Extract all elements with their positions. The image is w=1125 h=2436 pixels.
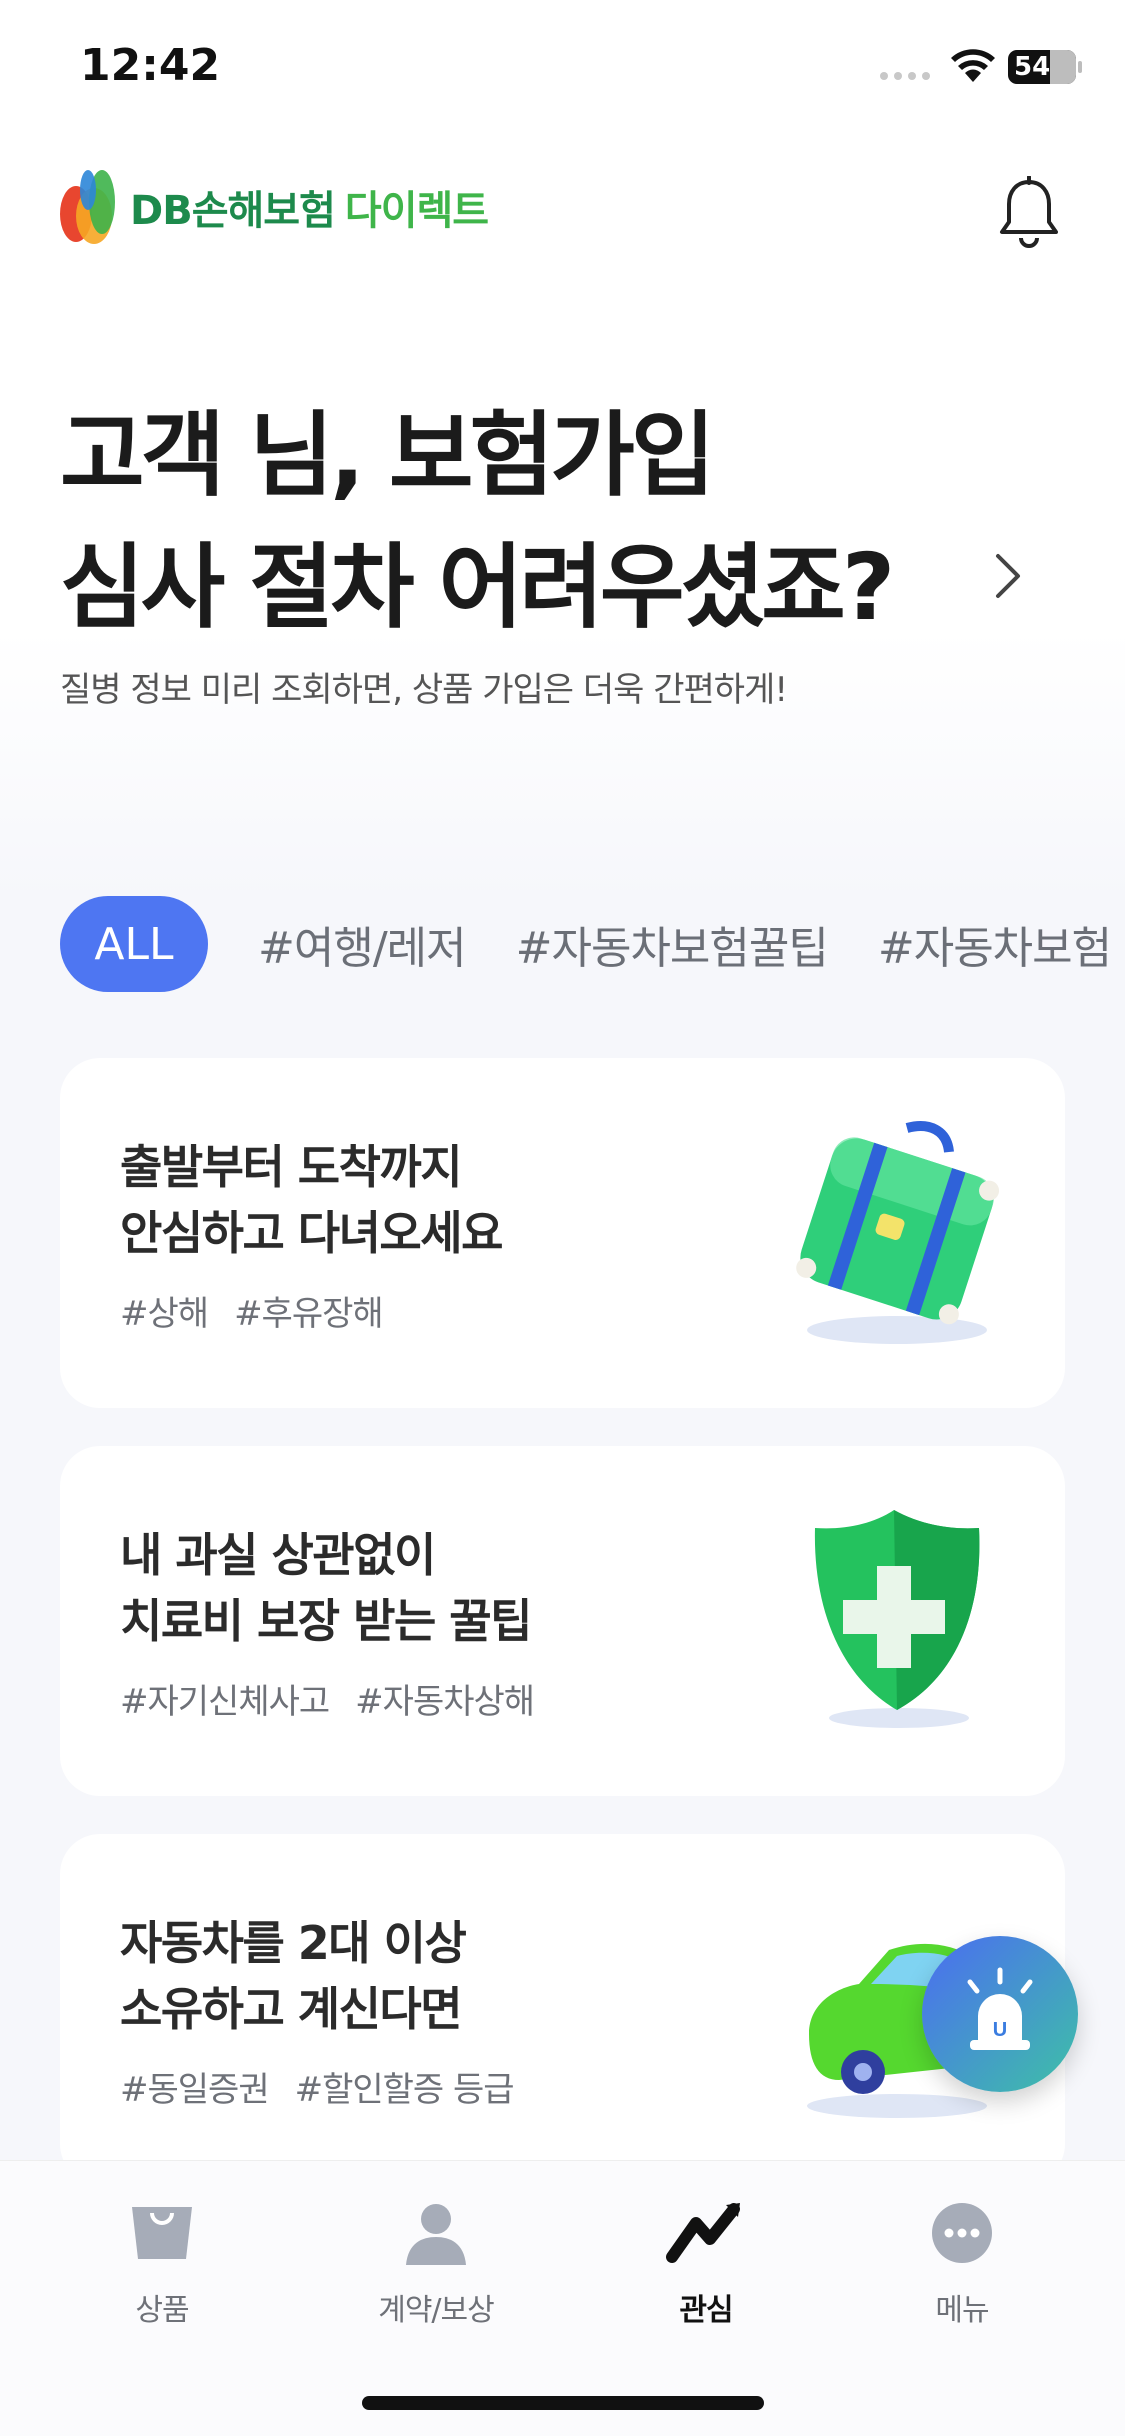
content-card-treatment[interactable]: 내 과실 상관없이 치료비 보장 받는 꿀팁 #자기신체사고 #자동차상해: [60, 1446, 1065, 1796]
card-title-line1: 내 과실 상관없이: [120, 1528, 436, 1582]
chevron-right-icon[interactable]: [990, 548, 1026, 604]
content-card-travel[interactable]: 출발부터 도착까지 안심하고 다녀오세요 #상해 #후유장해: [60, 1058, 1065, 1408]
bell-icon[interactable]: [994, 176, 1064, 248]
card-title-line2: 안심하고 다녀오세요: [120, 1206, 503, 1260]
wifi-icon: [951, 49, 995, 82]
chip-car-insurance[interactable]: #자동차보험: [878, 912, 1112, 976]
hero-title[interactable]: 고객 님, 보험가입 심사 절차 어려우셨죠?: [60, 390, 960, 654]
card-title-line1: 출발부터 도착까지: [120, 1140, 463, 1194]
siren-icon: U: [967, 1967, 1033, 2050]
hero-subtitle: 질병 정보 미리 조회하면, 상품 가입은 더욱 간편하게!: [60, 670, 788, 710]
tab-label: 상품: [135, 2293, 189, 2328]
battery-level: 54: [1014, 52, 1051, 82]
brand-name: DB손해보험 다이렉트: [130, 178, 489, 236]
card-title-line2: 소유하고 계신다면: [120, 1982, 463, 2036]
card-tag: #동일증권: [120, 2070, 270, 2110]
card-title: 자동차를 2대 이상 소유하고 계신다면: [120, 1910, 467, 2042]
brand-sub: 다이렉트: [344, 188, 489, 234]
fab-label: U: [993, 2019, 1007, 2041]
tab-interests[interactable]: 관심: [606, 2199, 806, 2329]
tab-contract-claims[interactable]: 계약/보상: [336, 2199, 536, 2329]
card-title: 출발부터 도착까지 안심하고 다녀오세요: [120, 1134, 503, 1266]
chip-all[interactable]: ALL: [60, 896, 208, 992]
content-card-multi-car[interactable]: 자동차를 2대 이상 소유하고 계신다면 #동일증권 #할인할증 등급: [60, 1834, 1065, 2184]
card-tag: #자기신체사고: [120, 1682, 330, 1722]
brand-logo[interactable]: DB손해보험 다이렉트: [58, 168, 489, 246]
card-tags: #상해 #후유장해: [120, 1286, 384, 1335]
battery-icon: 54: [1008, 50, 1076, 84]
db-logo-icon: [60, 170, 115, 244]
hero-title-line1: 고객 님, 보험가입: [60, 402, 716, 509]
trend-icon: [666, 2203, 740, 2263]
card-tags: #동일증권 #할인할증 등급: [120, 2062, 515, 2111]
shopping-bag-icon: [132, 2207, 192, 2259]
bottom-tab-bar: 상품 계약/보상 관심 메뉴: [0, 2160, 1125, 2436]
emergency-siren-button[interactable]: U: [922, 1936, 1078, 2092]
card-tag: #자동차상해: [355, 1682, 535, 1722]
tab-label: 메뉴: [935, 2293, 989, 2328]
status-time: 12:42: [80, 40, 221, 91]
card-tag: #상해: [120, 1294, 209, 1334]
more-dots-icon: [932, 2203, 992, 2263]
card-tag: #후유장해: [234, 1294, 384, 1334]
tab-menu[interactable]: 메뉴: [862, 2199, 1062, 2329]
person-icon: [406, 2204, 466, 2265]
hero-title-line2: 심사 절차 어려우셨죠?: [60, 534, 895, 641]
cellular-signal-icon: [880, 72, 930, 80]
home-indicator[interactable]: [362, 2396, 764, 2410]
tab-label: 계약/보상: [378, 2293, 495, 2328]
card-title-line1: 자동차를 2대 이상: [120, 1916, 467, 1970]
tab-label: 관심: [679, 2293, 733, 2328]
card-title: 내 과실 상관없이 치료비 보장 받는 꿀팁: [120, 1522, 532, 1654]
suitcase-icon: [796, 1121, 1000, 1344]
tab-products[interactable]: 상품: [62, 2199, 262, 2329]
screen: 12:42 54 DB손해보험 다이렉트 고객 님, 보험가입 심사 절차 어려…: [0, 0, 1125, 2436]
chip-travel-leisure[interactable]: #여행/레저: [258, 912, 467, 976]
brand-main: DB손해보험: [130, 188, 336, 234]
category-chips: ALL #여행/레저 #자동차보험꿀팁 #자동차보험: [60, 896, 1112, 992]
chip-car-insurance-tips[interactable]: #자동차보험꿀팁: [516, 912, 829, 976]
status-bar: 12:42 54: [0, 0, 1125, 130]
shield-plus-icon: [814, 1510, 980, 1728]
battery-cap: [1078, 61, 1082, 73]
card-tags: #자기신체사고 #자동차상해: [120, 1674, 535, 1723]
card-title-line2: 치료비 보장 받는 꿀팁: [120, 1594, 532, 1648]
card-tag: #할인할증 등급: [294, 2070, 515, 2110]
